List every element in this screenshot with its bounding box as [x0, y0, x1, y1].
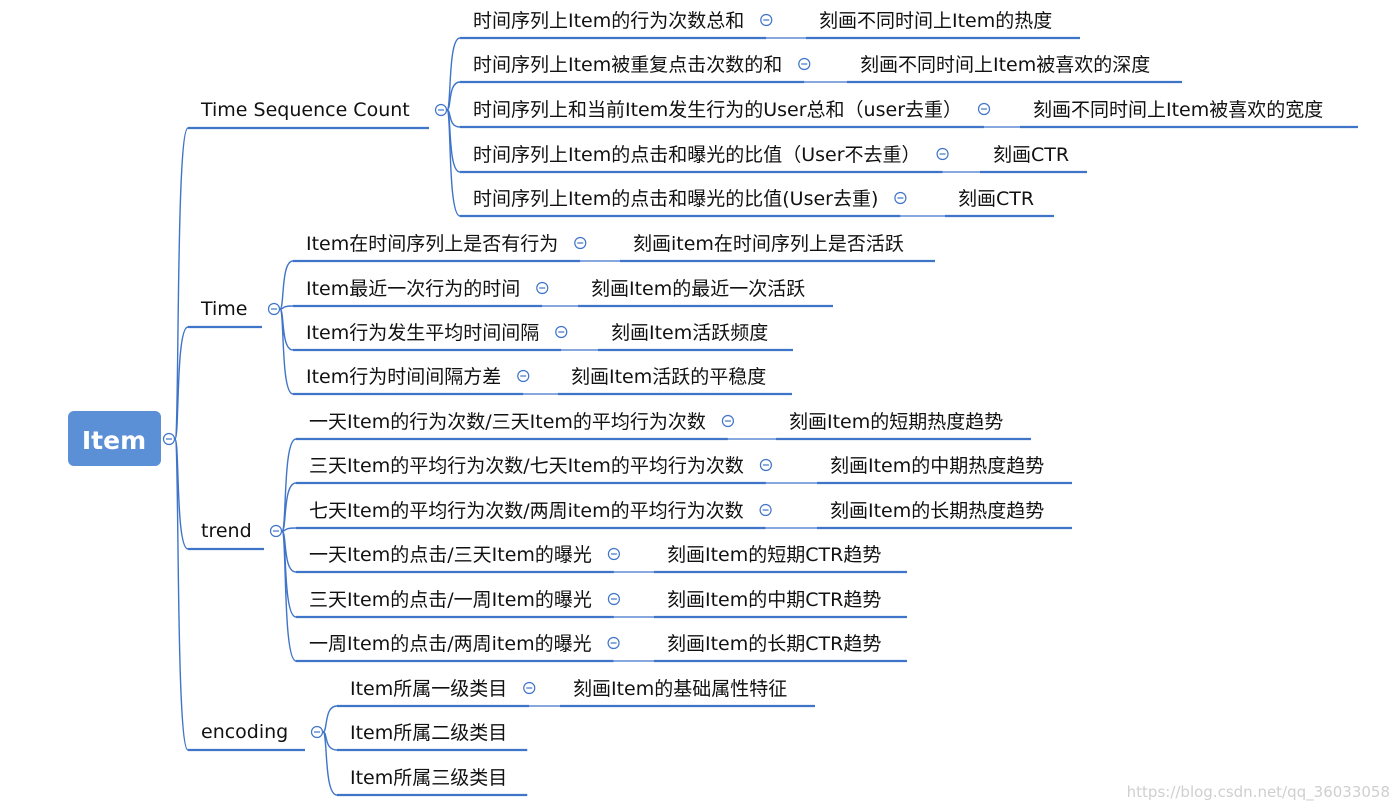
topic-0-4[interactable]: 时间序列上Item的点击和曝光的比值(User去重) 刻画CTR: [460, 188, 1054, 218]
topic-2-4[interactable]: 三天Item的点击/一周Item的曝光 刻画Item的中期CTR趋势: [296, 589, 907, 619]
topic-label: 时间序列上Item的行为次数总和: [473, 10, 744, 32]
branch-collapse-icon[interactable]: [310, 725, 324, 739]
branch-0: Time Sequence Count时间序列上Item的行为次数总和 刻画不同时…: [188, 10, 1358, 218]
topic-0-1[interactable]: 时间序列上Item被重复点击次数的和 刻画不同时间上Item被喜欢的深度: [460, 54, 1182, 84]
topic-collapse-icon[interactable]: [759, 458, 773, 472]
topic-collapse-icon[interactable]: [517, 369, 530, 383]
note-label[interactable]: 刻画Item的基础属性特征: [573, 678, 787, 700]
topic-collapse-icon[interactable]: [759, 503, 772, 517]
branch-label[interactable]: Time: [200, 298, 248, 320]
note-label[interactable]: 刻画不同时间上Item被喜欢的宽度: [1033, 99, 1323, 121]
note-label[interactable]: 刻画不同时间上Item的热度: [819, 10, 1052, 32]
root-node[interactable]: Item: [68, 411, 161, 466]
connector: [279, 308, 294, 395]
branch-label[interactable]: Time Sequence Count: [200, 99, 410, 121]
topic-collapse-icon[interactable]: [607, 592, 621, 606]
topic-label: Item所属三级类目: [350, 767, 507, 789]
connector: [322, 731, 338, 796]
topic-collapse-icon[interactable]: [977, 102, 991, 116]
note-label[interactable]: 刻画CTR: [958, 188, 1034, 210]
topic-label: 时间序列上Item的点击和曝光的比值(User去重): [473, 188, 878, 210]
connector: [446, 37, 461, 111]
branch-collapse-icon[interactable]: [269, 524, 283, 538]
topic-2-0[interactable]: 一天Item的行为次数/三天Item的平均行为次数 刻画Item的短期热度趋势: [296, 411, 1031, 441]
branch-1: Time Item在时间序列上是否有行为 刻画item在时间序列上是否活跃 Item最…: [188, 233, 935, 396]
topic-label: Item所属一级类目: [350, 678, 507, 700]
topic-1-1[interactable]: Item最近一次行为的时间 刻画Item的最近一次活跃: [293, 278, 833, 308]
topic-label: Item行为时间间隔方差: [306, 366, 501, 388]
topic-2-3[interactable]: 一天Item的点击/三天Item的曝光 刻画Item的短期CTR趋势: [296, 544, 907, 574]
topic-collapse-icon[interactable]: [574, 236, 587, 250]
branch-label[interactable]: trend: [201, 520, 252, 542]
topic-3-1[interactable]: Item所属二级类目: [337, 722, 528, 752]
connector: [279, 260, 294, 310]
connector: [281, 482, 297, 532]
topic-collapse-icon[interactable]: [798, 57, 811, 71]
root-collapse-icon[interactable]: [162, 432, 176, 446]
topic-label: Item行为发生平均时间间隔: [306, 322, 539, 344]
branch-label[interactable]: encoding: [201, 721, 288, 743]
topic-1-3[interactable]: Item行为时间间隔方差 刻画Item活跃的平稳度: [293, 366, 792, 396]
topic-label: 七天Item的平均行为次数/两周item的平均行为次数: [309, 500, 744, 522]
watermark: https://blog.csdn.net/qq_36033058: [1127, 783, 1390, 802]
topic-3-0[interactable]: Item所属一级类目 刻画Item的基础属性特征: [337, 678, 815, 708]
note-label[interactable]: 刻画CTR: [993, 144, 1069, 166]
note-label[interactable]: 刻画Item的最近一次活跃: [591, 278, 805, 300]
topic-label: 一天Item的行为次数/三天Item的平均行为次数: [309, 411, 706, 433]
connector: [174, 438, 189, 751]
topic-collapse-icon[interactable]: [936, 147, 949, 161]
mind-map: Item Time Sequence Count 时间序列上Item的行为次数总和…: [68, 10, 1390, 802]
topic-label: 一天Item的点击/三天Item的曝光: [309, 544, 592, 566]
connector: [174, 127, 189, 440]
topic-0-0[interactable]: 时间序列上Item的行为次数总和 刻画不同时间上Item的热度: [460, 10, 1080, 40]
topic-1-0[interactable]: Item在时间序列上是否有行为 刻画item在时间序列上是否活跃: [293, 233, 935, 263]
connector: [322, 705, 338, 733]
note-label[interactable]: 刻画Item的中期热度趋势: [830, 455, 1044, 477]
topic-3-2[interactable]: Item所属三级类目: [337, 767, 528, 797]
topic-0-3[interactable]: 时间序列上Item的点击和曝光的比值（User不去重） 刻画CTR: [460, 144, 1087, 174]
topic-label: 时间序列上Item的点击和曝光的比值（User不去重）: [473, 144, 921, 166]
topic-collapse-icon[interactable]: [555, 325, 568, 339]
note-label[interactable]: 刻画Item的中期CTR趋势: [667, 589, 881, 611]
note-label[interactable]: 刻画Item活跃频度: [611, 322, 768, 344]
topic-collapse-icon[interactable]: [721, 414, 735, 428]
topic-2-2[interactable]: 七天Item的平均行为次数/两周item的平均行为次数 刻画Item的长期热度趋势: [296, 500, 1072, 530]
connector: [281, 438, 297, 532]
topic-label: Item在时间序列上是否有行为: [306, 233, 558, 255]
topic-label: 三天Item的点击/一周Item的曝光: [309, 589, 592, 611]
topic-collapse-icon[interactable]: [894, 191, 907, 205]
topic-label: 时间序列上Item被重复点击次数的和: [473, 54, 782, 76]
topic-label: 一周Item的点击/两周item的曝光: [309, 633, 592, 655]
topic-label: Item所属二级类目: [350, 722, 507, 744]
connector: [281, 530, 297, 662]
topic-collapse-icon[interactable]: [607, 547, 621, 561]
topic-collapse-icon[interactable]: [523, 681, 536, 695]
note-label[interactable]: 刻画Item的短期CTR趋势: [667, 544, 881, 566]
note-label[interactable]: 刻画Item活跃的平稳度: [571, 366, 766, 388]
note-label[interactable]: 刻画item在时间序列上是否活跃: [633, 233, 904, 255]
topic-label: 时间序列上和当前Item发生行为的User总和（user去重）: [473, 99, 962, 121]
note-label[interactable]: 刻画不同时间上Item被喜欢的深度: [860, 54, 1150, 76]
topic-1-2[interactable]: Item行为发生平均时间间隔 刻画Item活跃频度: [293, 322, 793, 352]
topic-0-2[interactable]: 时间序列上和当前Item发生行为的User总和（user去重） 刻画不同时间上It…: [460, 99, 1358, 129]
topic-collapse-icon[interactable]: [760, 13, 773, 27]
topic-label: 三天Item的平均行为次数/七天Item的平均行为次数: [309, 455, 744, 477]
topic-label: Item最近一次行为的时间: [306, 278, 520, 300]
branch-2: trend 一天Item的行为次数/三天Item的平均行为次数 刻画Item的短期热…: [188, 411, 1072, 663]
note-label[interactable]: 刻画Item的短期热度趋势: [789, 411, 1003, 433]
branch-3: encoding Item所属一级类目 刻画Item的基础属性特征 Item所属二级类…: [188, 678, 815, 797]
root-label: Item: [82, 426, 146, 455]
topic-collapse-icon[interactable]: [536, 281, 549, 295]
topic-2-1[interactable]: 三天Item的平均行为次数/七天Item的平均行为次数 刻画Item的中期热度趋势: [296, 455, 1072, 485]
topic-2-5[interactable]: 一周Item的点击/两周item的曝光 刻画Item的长期CTR趋势: [296, 633, 907, 663]
note-label[interactable]: 刻画Item的长期热度趋势: [830, 500, 1044, 522]
note-label[interactable]: 刻画Item的长期CTR趋势: [667, 633, 881, 655]
branch-collapse-icon[interactable]: [267, 302, 281, 316]
branch-collapse-icon[interactable]: [434, 103, 448, 117]
topic-collapse-icon[interactable]: [607, 636, 620, 650]
